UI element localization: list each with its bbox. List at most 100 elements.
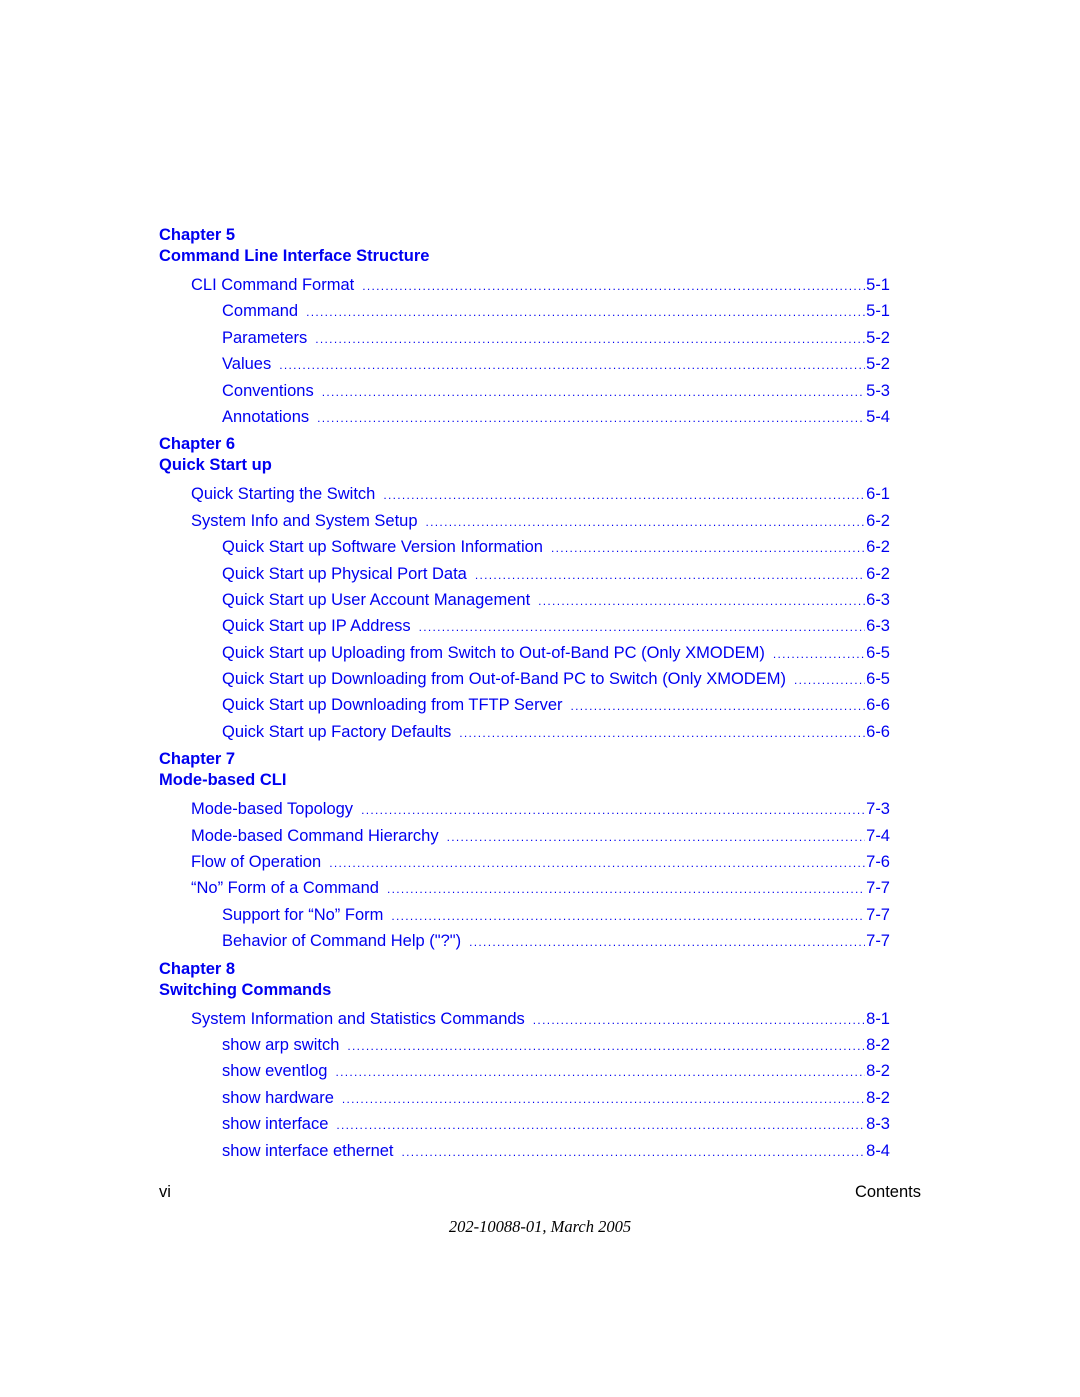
toc-entry-label[interactable]: System Info and System Setup — [191, 508, 426, 534]
toc-entry-page[interactable]: 7-6 — [865, 849, 890, 875]
toc-entry-label[interactable]: Conventions — [222, 378, 322, 404]
toc-entry-page[interactable]: 6-5 — [865, 666, 890, 692]
toc-entry[interactable]: System Information and Statistics Comman… — [159, 1006, 890, 1032]
toc-entry[interactable]: Command 5-1 — [159, 298, 890, 324]
toc-entry-label[interactable]: Quick Start up Software Version Informat… — [222, 534, 551, 560]
toc-entry[interactable]: Annotations 5-4 — [159, 404, 890, 430]
toc-entry-page[interactable]: 6-2 — [865, 561, 890, 587]
toc-entry-page[interactable]: 5-2 — [865, 325, 890, 351]
toc-entry-page[interactable]: 6-1 — [865, 481, 890, 507]
toc-entry-page[interactable]: 7-7 — [865, 902, 890, 928]
toc-entry-page[interactable]: 6-5 — [865, 640, 890, 666]
toc-entry[interactable]: CLI Command Format 5-1 — [159, 272, 890, 298]
toc-entry-page[interactable]: 6-6 — [865, 692, 890, 718]
toc-entry-label[interactable]: Quick Start up Downloading from TFTP Ser… — [222, 692, 571, 718]
toc-entry[interactable]: show eventlog 8-2 — [159, 1058, 890, 1084]
toc-entry-page[interactable]: 8-2 — [865, 1058, 890, 1084]
toc-entry[interactable]: System Info and System Setup 6-2 — [159, 508, 890, 534]
toc-entry-page[interactable]: 5-1 — [865, 272, 890, 298]
dot-leader — [773, 641, 865, 666]
toc-entry[interactable]: show interface 8-3 — [159, 1111, 890, 1137]
toc-entry-label[interactable]: System Information and Statistics Comman… — [191, 1006, 533, 1032]
toc-entry-page[interactable]: 5-3 — [865, 378, 890, 404]
toc-entry-page[interactable]: 7-7 — [865, 875, 890, 901]
chapter-number[interactable]: Chapter 7 — [159, 749, 890, 770]
toc-entry-page[interactable]: 6-3 — [865, 613, 890, 639]
toc-entry[interactable]: Quick Starting the Switch 6-1 — [159, 481, 890, 507]
dot-leader — [329, 850, 865, 875]
toc-entry[interactable]: Quick Start up Downloading from TFTP Ser… — [159, 692, 890, 718]
dot-leader — [533, 1007, 865, 1032]
toc-entry[interactable]: Flow of Operation 7-6 — [159, 849, 890, 875]
toc-entry[interactable]: Conventions 5-3 — [159, 378, 890, 404]
toc-entry[interactable]: Support for “No” Form 7-7 — [159, 902, 890, 928]
toc-entry-page[interactable]: 7-7 — [865, 928, 890, 954]
toc-entry-label[interactable]: Quick Start up Uploading from Switch to … — [222, 640, 773, 666]
toc-entry-label[interactable]: Mode-based Command Hierarchy — [191, 823, 447, 849]
toc-entry-label[interactable]: show interface — [222, 1111, 336, 1137]
chapter-number[interactable]: Chapter 8 — [159, 959, 890, 980]
toc-entry-label[interactable]: Quick Start up IP Address — [222, 613, 419, 639]
toc-entry-page[interactable]: 5-2 — [865, 351, 890, 377]
chapter-block: Chapter 8 Switching Commands System Info… — [159, 959, 890, 1164]
toc-entry-page[interactable]: 6-2 — [865, 508, 890, 534]
toc-entry-label[interactable]: show interface ethernet — [222, 1138, 402, 1164]
toc-entry[interactable]: Quick Start up Software Version Informat… — [159, 534, 890, 560]
toc-entry-page[interactable]: 8-2 — [865, 1085, 890, 1111]
toc-entry[interactable]: show hardware 8-2 — [159, 1085, 890, 1111]
toc-entry[interactable]: Quick Start up IP Address 6-3 — [159, 613, 890, 639]
toc-entry-page[interactable]: 8-1 — [865, 1006, 890, 1032]
toc-entry[interactable]: Quick Start up Uploading from Switch to … — [159, 640, 890, 666]
toc-entry-label[interactable]: “No” Form of a Command — [191, 875, 387, 901]
toc-entry[interactable]: Quick Start up Physical Port Data 6-2 — [159, 561, 890, 587]
toc-entry-label[interactable]: Annotations — [222, 404, 317, 430]
toc-entry-label[interactable]: Quick Start up Physical Port Data — [222, 561, 475, 587]
toc-entry-page[interactable]: 8-2 — [865, 1032, 890, 1058]
toc-entry[interactable]: Values 5-2 — [159, 351, 890, 377]
toc-entry-label[interactable]: Quick Start up Downloading from Out-of-B… — [222, 666, 794, 692]
toc-entry-label[interactable]: show eventlog — [222, 1058, 336, 1084]
toc-entry[interactable]: Mode-based Topology 7-3 — [159, 796, 890, 822]
toc-entry-page[interactable]: 6-6 — [865, 719, 890, 745]
toc-entry-label[interactable]: Support for “No” Form — [222, 902, 391, 928]
chapter-title[interactable]: Switching Commands — [159, 980, 890, 1001]
toc-entry-label[interactable]: Values — [222, 351, 279, 377]
toc-entry[interactable]: “No” Form of a Command 7-7 — [159, 875, 890, 901]
toc-entry[interactable]: show interface ethernet 8-4 — [159, 1138, 890, 1164]
toc-entry[interactable]: Quick Start up Downloading from Out-of-B… — [159, 666, 890, 692]
toc-entry-page[interactable]: 6-2 — [865, 534, 890, 560]
toc-entry-page[interactable]: 5-4 — [865, 404, 890, 430]
toc-entry-page[interactable]: 8-3 — [865, 1111, 890, 1137]
toc-entry-label[interactable]: CLI Command Format — [191, 272, 362, 298]
dot-leader — [459, 720, 865, 745]
toc-entry-label[interactable]: Quick Start up Factory Defaults — [222, 719, 459, 745]
toc-entry[interactable]: Parameters 5-2 — [159, 325, 890, 351]
toc-entry-page[interactable]: 5-1 — [865, 298, 890, 324]
chapter-title[interactable]: Command Line Interface Structure — [159, 246, 890, 267]
toc-entry-label[interactable]: Flow of Operation — [191, 849, 329, 875]
toc-entry[interactable]: Quick Start up Factory Defaults 6-6 — [159, 719, 890, 745]
toc-entry-label[interactable]: Quick Starting the Switch — [191, 481, 383, 507]
dot-leader — [315, 326, 865, 351]
toc-entry-label[interactable]: show hardware — [222, 1085, 342, 1111]
toc-entry[interactable]: show arp switch 8-2 — [159, 1032, 890, 1058]
toc-entry-label[interactable]: show arp switch — [222, 1032, 347, 1058]
chapter-number[interactable]: Chapter 6 — [159, 434, 890, 455]
toc-entry-page[interactable]: 6-3 — [865, 587, 890, 613]
toc-entry-page[interactable]: 8-4 — [865, 1138, 890, 1164]
chapter-title[interactable]: Quick Start up — [159, 455, 890, 476]
toc-entry-label[interactable]: Quick Start up User Account Management — [222, 587, 538, 613]
toc-entry[interactable]: Mode-based Command Hierarchy 7-4 — [159, 823, 890, 849]
chapter-title[interactable]: Mode-based CLI — [159, 770, 890, 791]
toc-entry[interactable]: Behavior of Command Help ("?") 7-7 — [159, 928, 890, 954]
toc-entry-page[interactable]: 7-4 — [865, 823, 890, 849]
chapter-number[interactable]: Chapter 5 — [159, 225, 890, 246]
toc-entry-page[interactable]: 7-3 — [865, 796, 890, 822]
toc-entry-label[interactable]: Mode-based Topology — [191, 796, 361, 822]
toc-entry-label[interactable]: Behavior of Command Help ("?") — [222, 928, 469, 954]
toc-entry[interactable]: Quick Start up User Account Management 6-… — [159, 587, 890, 613]
dot-leader — [391, 903, 865, 928]
dot-leader — [317, 405, 865, 430]
toc-entry-label[interactable]: Parameters — [222, 325, 315, 351]
toc-entry-label[interactable]: Command — [222, 298, 306, 324]
